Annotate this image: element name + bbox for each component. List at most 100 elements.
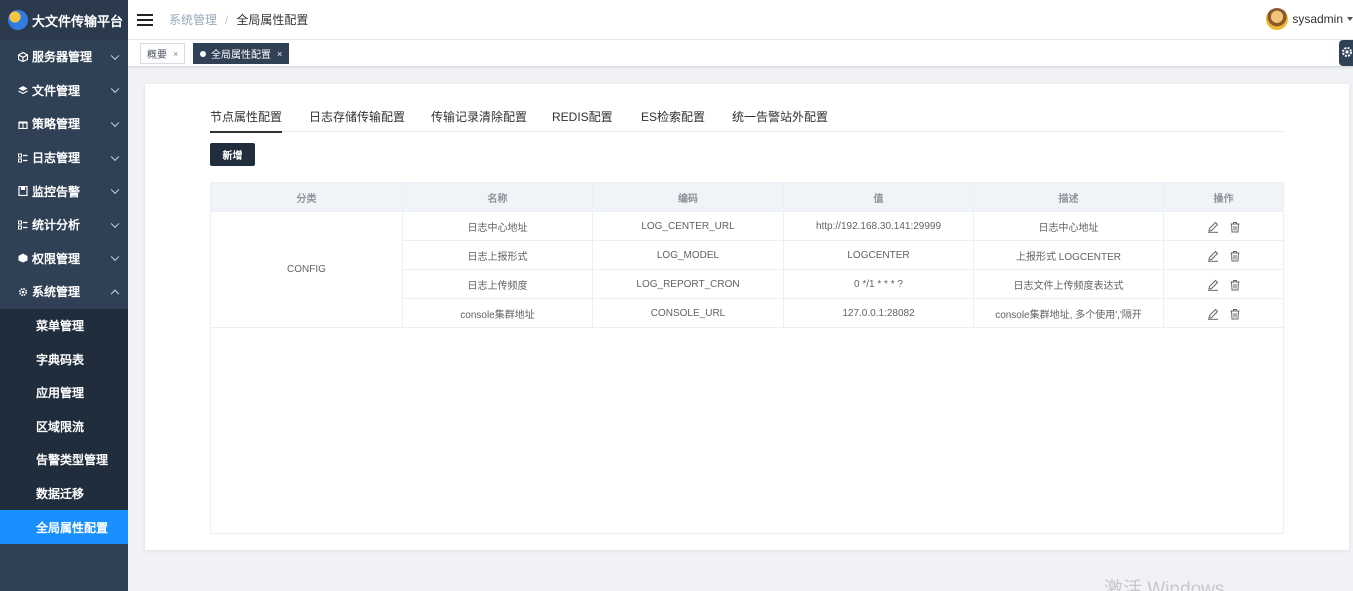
logo-icon — [8, 10, 28, 30]
cell-description: 日志文件上传频度表达式 — [974, 270, 1164, 299]
trash-icon[interactable] — [1229, 308, 1241, 320]
cell-name: console集群地址 — [403, 299, 593, 328]
sidebar-subitem-alert-types[interactable]: 告警类型管理 — [0, 443, 128, 477]
breadcrumb-item-system[interactable]: 系统管理 — [169, 11, 217, 28]
column-header-code: 编码 — [593, 183, 784, 212]
close-icon[interactable]: × — [277, 49, 282, 59]
sidebar-item-label: 文件管理 — [32, 83, 81, 98]
tab-log-storage-config[interactable]: 日志存储传输配置 — [309, 108, 405, 132]
breadcrumb-separator: / — [225, 12, 229, 27]
gift-icon — [18, 119, 28, 129]
sidebar-item-permission[interactable]: 权限管理 — [0, 242, 128, 276]
sidebar-item-label: 策略管理 — [32, 117, 81, 132]
list-icon — [18, 153, 28, 163]
tab-transfer-cleanup-config[interactable]: 传输记录清除配置 — [431, 108, 527, 132]
cell-value: http://192.168.30.141:29999 — [784, 212, 974, 241]
column-header-actions: 操作 — [1213, 194, 1234, 205]
main-card: 节点属性配置 日志存储传输配置 传输记录清除配置 REDIS配置 ES检索配置 … — [145, 84, 1349, 550]
column-header-description: 描述 — [974, 183, 1164, 212]
cell-actions — [1164, 241, 1283, 270]
sidebar-subitem-menu[interactable]: 菜单管理 — [0, 308, 128, 343]
close-icon[interactable]: × — [173, 49, 178, 59]
sidebar-item-system[interactable]: 系统管理 — [0, 275, 128, 309]
sidebar-subitem-global-config[interactable]: 全局属性配置 — [0, 510, 128, 544]
sidebar-item-stats[interactable]: 统计分析 — [0, 208, 128, 242]
sidebar-item-label: 服务器管理 — [32, 50, 93, 65]
tag-overview[interactable]: 概要 × — [140, 43, 186, 64]
app-title: 大文件传输平台 — [32, 13, 124, 29]
sidebar-subitem-data-migration[interactable]: 数据迁移 — [0, 476, 128, 511]
edit-icon[interactable] — [1207, 221, 1219, 233]
sidebar-item-label: 权限管理 — [32, 251, 81, 266]
cell-actions — [1164, 299, 1283, 328]
sidebar-item-server[interactable]: 服务器管理 — [0, 40, 128, 74]
table-row: 日志中心地址 LOG_CENTER_URL http://192.168.30.… — [403, 212, 1283, 241]
tab-node-config[interactable]: 节点属性配置 — [210, 108, 283, 133]
chevron-down-icon — [110, 252, 120, 262]
user-menu[interactable]: sysadmin — [1266, 8, 1353, 30]
trash-icon[interactable] — [1229, 221, 1241, 233]
sidebar: 大文件传输平台 服务器管理 文件管理 策略管理 日志管理 监控告警 统计分析 权… — [0, 0, 128, 591]
active-dot-icon — [200, 50, 206, 57]
layers-icon — [18, 85, 28, 95]
cell-value: 127.0.0.1:28082 — [784, 299, 974, 328]
cell-value: 0 */1 * * * ? — [784, 270, 974, 299]
cell-name: 日志上报形式 — [403, 241, 593, 270]
edit-icon[interactable] — [1207, 279, 1219, 291]
add-button[interactable]: 新增 — [210, 143, 255, 166]
config-tabs: 节点属性配置 日志存储传输配置 传输记录清除配置 REDIS配置 ES检索配置 … — [210, 108, 1283, 133]
gear-icon — [1341, 46, 1353, 61]
tag-global-config[interactable]: 全局属性配置 × — [193, 43, 290, 64]
tag-label: 概要 — [147, 50, 167, 61]
chevron-up-icon — [110, 289, 120, 298]
sidebar-item-policy[interactable]: 策略管理 — [0, 107, 128, 141]
caret-down-icon[interactable] — [1347, 17, 1353, 21]
cell-value: LOGCENTER — [784, 241, 974, 270]
sidebar-subitem-apps[interactable]: 应用管理 — [0, 375, 128, 410]
trash-icon[interactable] — [1229, 250, 1241, 262]
cell-actions — [1164, 270, 1283, 299]
chevron-down-icon — [110, 185, 120, 195]
username[interactable]: sysadmin — [1292, 12, 1343, 26]
tag-label: 全局属性配置 — [211, 50, 271, 61]
sidebar-item-label: 监控告警 — [32, 184, 81, 199]
sidebar-item-monitor[interactable]: 监控告警 — [0, 174, 128, 208]
cell-name: 日志中心地址 — [403, 212, 593, 241]
sidebar-subitem-dict[interactable]: 字典码表 — [0, 342, 128, 376]
chevron-down-icon — [110, 219, 120, 228]
avatar[interactable] — [1266, 8, 1289, 30]
cell-code: LOG_REPORT_CRON — [593, 270, 784, 299]
cell-name: 日志上传频度 — [403, 270, 593, 299]
chevron-down-icon — [110, 152, 120, 161]
tab-es-config[interactable]: ES检索配置 — [641, 108, 705, 132]
table-header: 分类 名称 编码 值 描述 操作 — [211, 183, 1283, 212]
settings-button[interactable] — [1339, 40, 1353, 66]
table-row: console集群地址 CONSOLE_URL 127.0.0.1:28082 … — [403, 299, 1283, 328]
sidebar-subitem-region-limit[interactable]: 区域限流 — [0, 409, 128, 444]
top-navbar: 系统管理 / 全局属性配置 sysadmin — [128, 0, 1353, 40]
chevron-down-icon — [110, 51, 120, 60]
column-header-name: 名称 — [403, 183, 593, 212]
cube-icon — [18, 51, 28, 62]
chevron-down-icon — [110, 84, 120, 94]
hamburger-icon[interactable] — [137, 13, 153, 26]
breadcrumb: 系统管理 / 全局属性配置 — [169, 11, 308, 28]
tags-view: 概要 × 全局属性配置 × — [128, 40, 1353, 67]
sidebar-item-label: 系统管理 — [32, 285, 81, 300]
shield-icon — [18, 253, 28, 263]
trash-icon[interactable] — [1229, 279, 1241, 291]
cell-description: console集群地址, 多个使用','隔开 — [974, 299, 1164, 328]
sidebar-item-files[interactable]: 文件管理 — [0, 74, 128, 108]
sidebar-item-logs[interactable]: 日志管理 — [0, 141, 128, 175]
cell-description: 日志中心地址 — [974, 212, 1164, 241]
edit-icon[interactable] — [1207, 308, 1219, 320]
windows-activation-watermark: 激活 Windows — [1104, 579, 1225, 591]
cell-description: 上报形式 LOGCENTER — [974, 241, 1164, 270]
tab-alert-config[interactable]: 统一告警站外配置 — [732, 108, 828, 132]
cell-code: CONSOLE_URL — [593, 299, 784, 328]
tab-redis-config[interactable]: REDIS配置 — [552, 108, 613, 132]
config-table: 分类 名称 编码 值 描述 操作 CONFIG 日志中心地址 LOG_CENTE… — [210, 182, 1284, 534]
app-logo[interactable]: 大文件传输平台 — [0, 0, 128, 40]
edit-icon[interactable] — [1207, 250, 1219, 262]
sidebar-item-label: 日志管理 — [32, 151, 81, 166]
